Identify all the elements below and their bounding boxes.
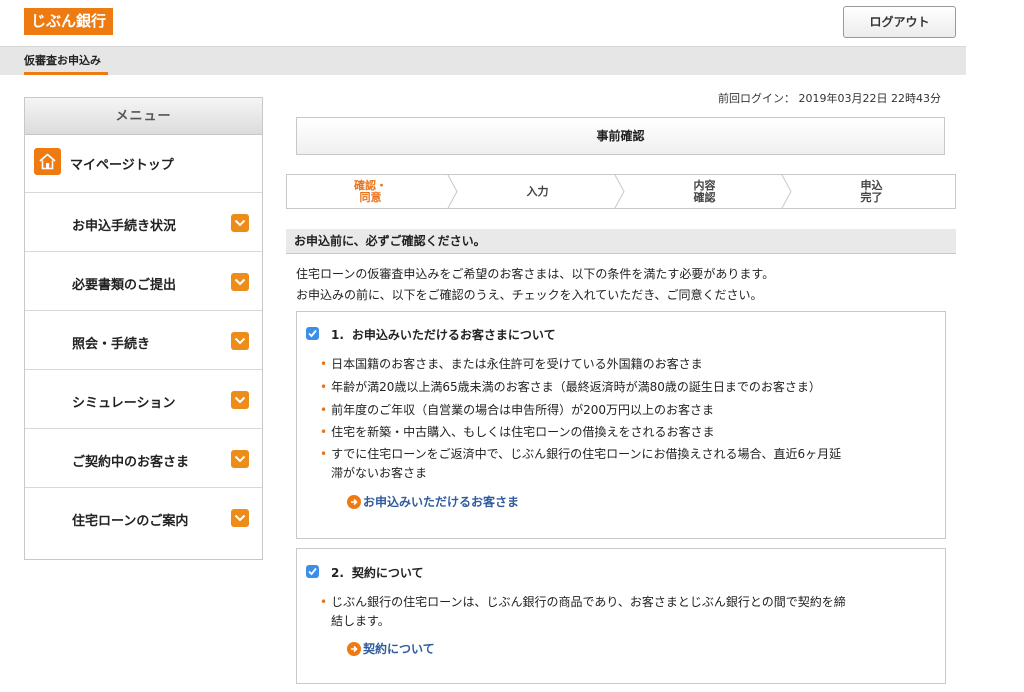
step-label: 確認・ <box>354 178 387 192</box>
card-number: 2. <box>331 566 344 580</box>
chevron-down-icon <box>231 273 249 291</box>
page-title: 事前確認 <box>296 117 945 155</box>
list-item: • 日本国籍のお客さま、または永住許可を受けている外国籍のお客さま <box>320 357 703 371</box>
list-item: • 前年度のご年収（自営業の場合は申告所得）が200万円以上のお客さま <box>320 403 714 417</box>
sidebar-item-inquiry[interactable]: 照会・手続き <box>25 311 262 370</box>
step-label: 申込 <box>860 178 883 192</box>
chevron-down-icon <box>231 391 249 409</box>
step-confirm-agree: 確認・ 同意 <box>287 175 454 208</box>
jibun-bank-logo[interactable]: じぶん銀行 <box>24 8 113 35</box>
sidebar-item-label: 必要書類のご提出 <box>72 278 177 293</box>
section-heading: お申込前に、必ずご確認ください。 <box>286 229 956 254</box>
step-input: 入力 <box>454 175 621 208</box>
breadcrumb-bar: 仮審査お申込み <box>0 46 966 75</box>
card-number: 1. <box>331 328 344 342</box>
intro-text: 住宅ローンの仮審査申込みをご希望のお客さまは、以下の条件を満たす必要があります。 <box>296 267 775 281</box>
breadcrumb: 仮審査お申込み <box>24 54 101 67</box>
sidebar-item-simulation[interactable]: シミュレーション <box>25 370 262 429</box>
card-title-text: お申込みいただけるお客さまについて <box>351 328 556 342</box>
card-title: 2. 契約について <box>331 564 424 581</box>
contract-info-link[interactable]: 契約について <box>347 640 435 657</box>
sidebar-item-contract-customers[interactable]: ご契約中のお客さま <box>25 429 262 488</box>
sidebar-item-label: シミュレーション <box>72 396 176 411</box>
eligible-customers-link[interactable]: お申込みいただけるお客さま <box>347 493 519 510</box>
step-label: 完了 <box>860 190 883 204</box>
card-title: 1. お申込みいただけるお客さまについて <box>331 326 556 343</box>
list-item: • じぶん銀行の住宅ローンは、じぶん銀行の商品であり、お客さまとじぶん銀行との間で… <box>320 595 846 609</box>
menu-title: メニュー <box>25 98 262 135</box>
chevron-down-icon <box>231 214 249 232</box>
sidebar-item-mypage-top[interactable]: マイページトップ <box>25 135 262 193</box>
arrow-right-icon <box>347 494 361 509</box>
step-label: 同意 <box>359 190 382 204</box>
sidebar-item-document-submission[interactable]: 必要書類のご提出 <box>25 252 262 311</box>
chevron-down-icon <box>231 509 249 527</box>
chevron-down-icon <box>231 332 249 350</box>
step-label: 入力 <box>526 184 549 198</box>
card-title-text: 契約について <box>351 566 424 580</box>
list-item-continued: 滞がないお客さま <box>331 466 428 480</box>
eligibility-card: 1. お申込みいただけるお客さまについて • 日本国籍のお客さま、または永住許可を受… <box>296 311 946 539</box>
sidebar-menu: メニュー マイページトップ お申込手続き状況 必要書類のご提出 照会・手続き シ… <box>24 97 263 560</box>
sidebar-item-label: マイページトップ <box>70 158 174 173</box>
step-review: 内容 確認 <box>621 175 788 208</box>
progress-steps: 確認・ 同意 入力 内容 確認 申込 完了 <box>286 174 956 209</box>
list-item: • 年齢が満20歳以上満65歳未満のお客さま（最終返済時が満80歳の誕生日までのお… <box>320 380 821 394</box>
logout-button[interactable]: ログアウト <box>843 6 956 38</box>
list-item-continued: 結します。 <box>331 614 390 628</box>
last-login-text: 前回ログイン： 2019年03月22日 22時43分 <box>718 92 941 105</box>
sidebar-item-label: お申込手続き状況 <box>72 219 177 234</box>
agree-checkbox-eligibility[interactable] <box>306 327 319 340</box>
list-item: • すでに住宅ローンをご返済中で、じぶん銀行の住宅ローンにお借換えされる場合、直近… <box>320 447 842 461</box>
sidebar-item-label: 住宅ローンのご案内 <box>72 514 189 529</box>
link-label[interactable]: 契約について <box>363 640 435 657</box>
sidebar-item-loan-guide[interactable]: 住宅ローンのご案内 <box>25 488 262 547</box>
arrow-right-icon <box>347 641 361 656</box>
home-icon <box>34 148 61 175</box>
agree-checkbox-contract[interactable] <box>306 565 319 578</box>
contract-card: 2. 契約について • じぶん銀行の住宅ローンは、じぶん銀行の商品であり、お客さまと… <box>296 548 946 684</box>
link-label[interactable]: お申込みいただけるお客さま <box>363 493 519 510</box>
sidebar-item-label: ご契約中のお客さま <box>72 455 190 470</box>
breadcrumb-underline <box>24 72 108 75</box>
list-item: • 住宅を新築・中古購入、もしくは住宅ローンの借換えをされるお客さま <box>320 425 715 439</box>
sidebar-item-application-status[interactable]: お申込手続き状況 <box>25 193 262 252</box>
step-complete: 申込 完了 <box>788 175 955 208</box>
step-label: 内容 <box>693 178 716 192</box>
step-label: 確認 <box>693 190 716 204</box>
chevron-down-icon <box>231 450 249 468</box>
intro-text: お申込みの前に、以下をご確認のうえ、チェックを入れていただき、ご同意ください。 <box>296 288 763 302</box>
sidebar-item-label: 照会・手続き <box>72 337 151 352</box>
